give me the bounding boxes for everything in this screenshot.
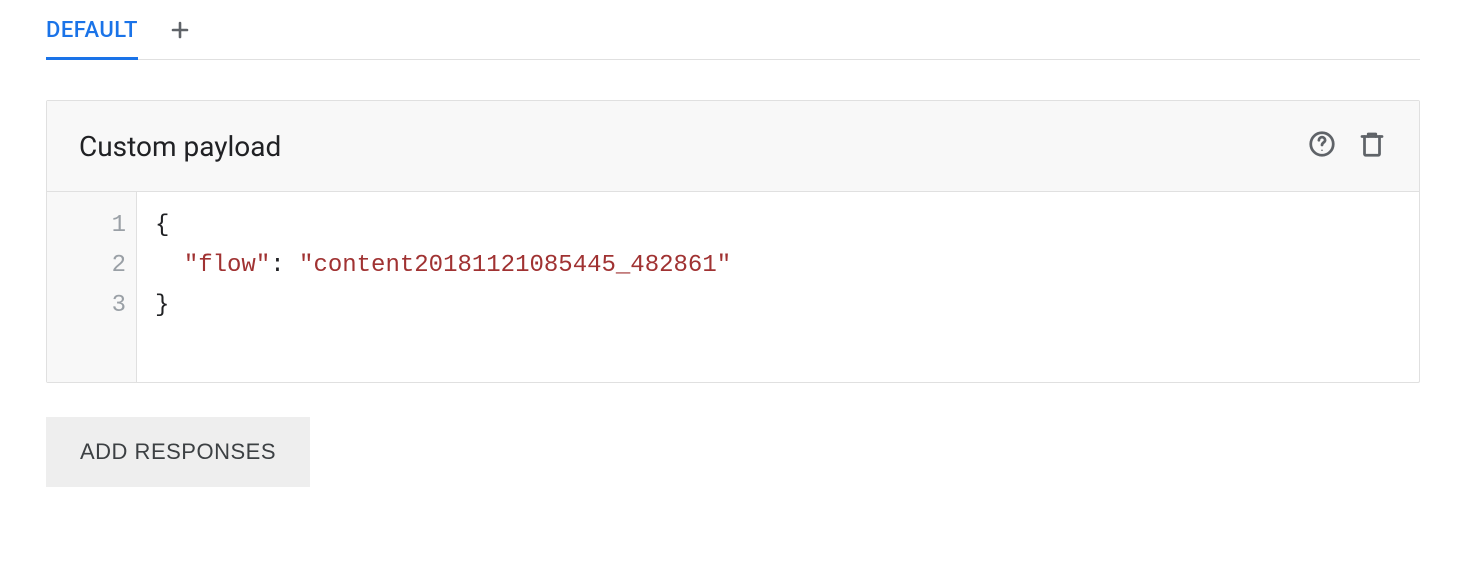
line-gutter: 123 bbox=[47, 192, 137, 382]
tab-label: DEFAULT bbox=[46, 18, 138, 43]
line-number: 2 bbox=[47, 246, 126, 286]
code-line: } bbox=[155, 286, 1401, 326]
delete-button[interactable] bbox=[1357, 129, 1387, 163]
trash-icon bbox=[1357, 129, 1387, 163]
tab-default[interactable]: DEFAULT bbox=[46, 18, 138, 60]
card-header: Custom payload bbox=[47, 101, 1419, 192]
code-line: { bbox=[155, 206, 1401, 246]
card-actions bbox=[1307, 129, 1387, 163]
line-number: 3 bbox=[47, 286, 126, 326]
help-button[interactable] bbox=[1307, 129, 1337, 163]
code-content: { "flow": "content20181121085445_482861"… bbox=[137, 192, 1419, 382]
card-title: Custom payload bbox=[79, 130, 281, 163]
custom-payload-card: Custom payload bbox=[46, 100, 1420, 383]
help-icon bbox=[1307, 129, 1337, 163]
add-responses-button[interactable]: ADD RESPONSES bbox=[46, 417, 310, 487]
tabs-bar: DEFAULT bbox=[46, 18, 1420, 60]
line-number: 1 bbox=[47, 206, 126, 246]
code-line: "flow": "content20181121085445_482861" bbox=[155, 246, 1401, 286]
code-editor[interactable]: 123 { "flow": "content20181121085445_482… bbox=[47, 192, 1419, 382]
button-label: ADD RESPONSES bbox=[80, 439, 276, 464]
add-tab-button[interactable] bbox=[168, 18, 192, 60]
plus-icon bbox=[168, 18, 192, 46]
